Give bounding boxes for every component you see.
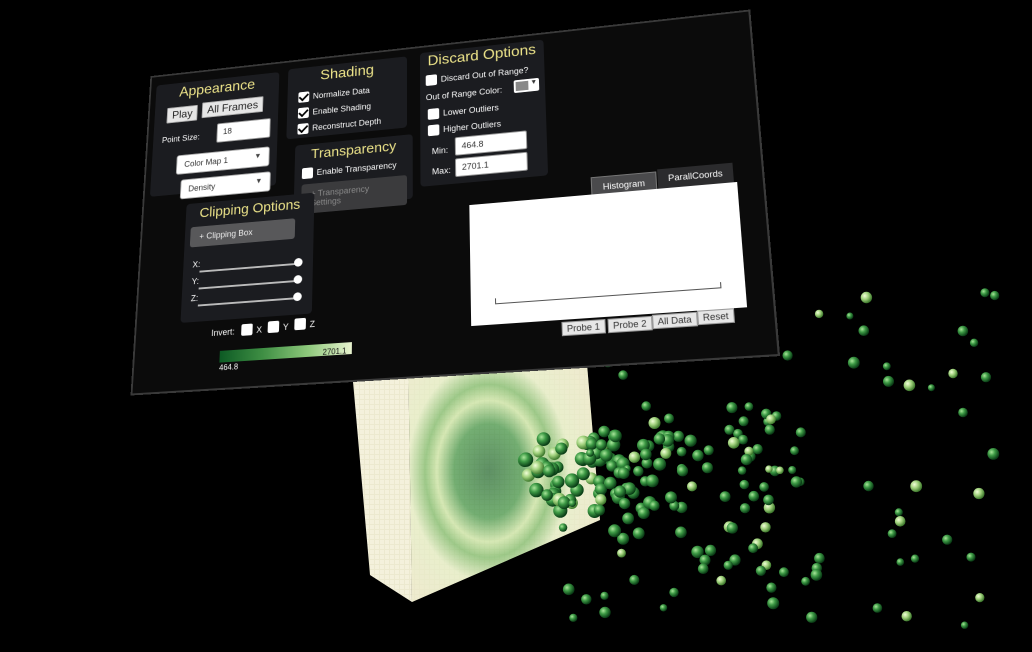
- invert-y-checkbox[interactable]: [267, 320, 280, 334]
- clip-z-slider[interactable]: [197, 297, 297, 307]
- point-size-input[interactable]: 18: [216, 118, 271, 143]
- legend-max: 2701.1: [322, 346, 347, 357]
- higher-outliers-checkbox[interactable]: [427, 124, 440, 137]
- higher-outliers-label: Higher Outliers: [443, 119, 502, 134]
- appearance-section: Appearance Play All Frames Point Size: 1…: [149, 72, 280, 200]
- reconstruct-depth-label: Reconstruct Depth: [312, 116, 382, 133]
- enable-transparency-label: Enable Transparency: [316, 160, 397, 177]
- reconstruct-depth-checkbox[interactable]: [297, 122, 309, 135]
- clip-x-knob[interactable]: [293, 257, 303, 267]
- clipping-box-button[interactable]: + Clipping Box: [189, 218, 296, 248]
- transparency-settings-button[interactable]: + Transparency Settings: [300, 175, 408, 215]
- discard-out-of-range-checkbox[interactable]: [425, 74, 438, 87]
- out-of-range-color-picker[interactable]: ▼: [513, 77, 540, 94]
- clip-y-slider[interactable]: [198, 279, 298, 290]
- histogram-axis-end: [494, 298, 497, 305]
- histogram-axis: [495, 287, 722, 305]
- clip-x-label: X:: [192, 259, 201, 270]
- clip-y-label: Y:: [191, 276, 200, 287]
- enable-transparency-checkbox[interactable]: [301, 167, 314, 180]
- shading-section: Shading Normalize Data Enable Shading Re…: [286, 56, 407, 140]
- legend-min: 464.8: [218, 362, 239, 373]
- normalize-label: Normalize Data: [312, 85, 370, 101]
- clip-z-knob[interactable]: [293, 292, 302, 302]
- clip-z-label: Z:: [190, 293, 199, 304]
- clip-x-slider[interactable]: [199, 262, 298, 273]
- invert-x-checkbox[interactable]: [241, 323, 253, 336]
- normalize-checkbox[interactable]: [298, 91, 310, 103]
- out-of-range-color-label: Out of Range Color:: [425, 85, 503, 103]
- discard-section: Discard Options Discard Out of Range? Ou…: [419, 39, 549, 187]
- chevron-down-icon: ▼: [254, 151, 262, 161]
- chevron-down-icon: ▼: [530, 78, 538, 86]
- clip-y-knob[interactable]: [293, 274, 303, 285]
- invert-z-checkbox[interactable]: [294, 317, 307, 331]
- probe-2-button[interactable]: Probe 2: [607, 315, 653, 334]
- histogram-axis-end: [719, 282, 722, 289]
- all-data-button[interactable]: All Data: [651, 311, 698, 330]
- probe-1-button[interactable]: Probe 1: [561, 319, 606, 337]
- invert-y-label: Y: [282, 321, 289, 333]
- control-panel: Appearance Play All Frames Point Size: 1…: [130, 9, 781, 396]
- reset-button[interactable]: Reset: [696, 308, 735, 326]
- attribute-select[interactable]: Density ▼: [179, 171, 271, 200]
- min-label: Min:: [431, 145, 449, 157]
- all-frames-button[interactable]: All Frames: [201, 96, 264, 119]
- max-input[interactable]: 2701.1: [455, 151, 528, 178]
- enable-shading-label: Enable Shading: [312, 101, 372, 117]
- invert-label: Invert:: [211, 326, 235, 338]
- max-label: Max:: [431, 165, 451, 177]
- lower-outliers-label: Lower Outliers: [442, 102, 499, 118]
- play-button[interactable]: Play: [166, 104, 199, 124]
- invert-z-label: Z: [309, 319, 316, 330]
- colormap-select[interactable]: Color Map 1 ▼: [175, 146, 270, 175]
- chevron-down-icon: ▼: [254, 176, 263, 186]
- vr-scene: Appearance Play All Frames Point Size: 1…: [0, 0, 1032, 652]
- shading-title: Shading: [320, 62, 374, 84]
- invert-x-label: X: [256, 324, 263, 335]
- point-size-label: Point Size:: [161, 132, 201, 145]
- clipping-section: Clipping Options + Clipping Box X: Y: Z:: [180, 192, 315, 323]
- lower-outliers-checkbox[interactable]: [427, 107, 440, 120]
- clipping-title: Clipping Options: [199, 196, 301, 222]
- color-swatch: [515, 80, 529, 92]
- enable-shading-checkbox[interactable]: [297, 107, 310, 119]
- histogram-plot[interactable]: [469, 181, 748, 327]
